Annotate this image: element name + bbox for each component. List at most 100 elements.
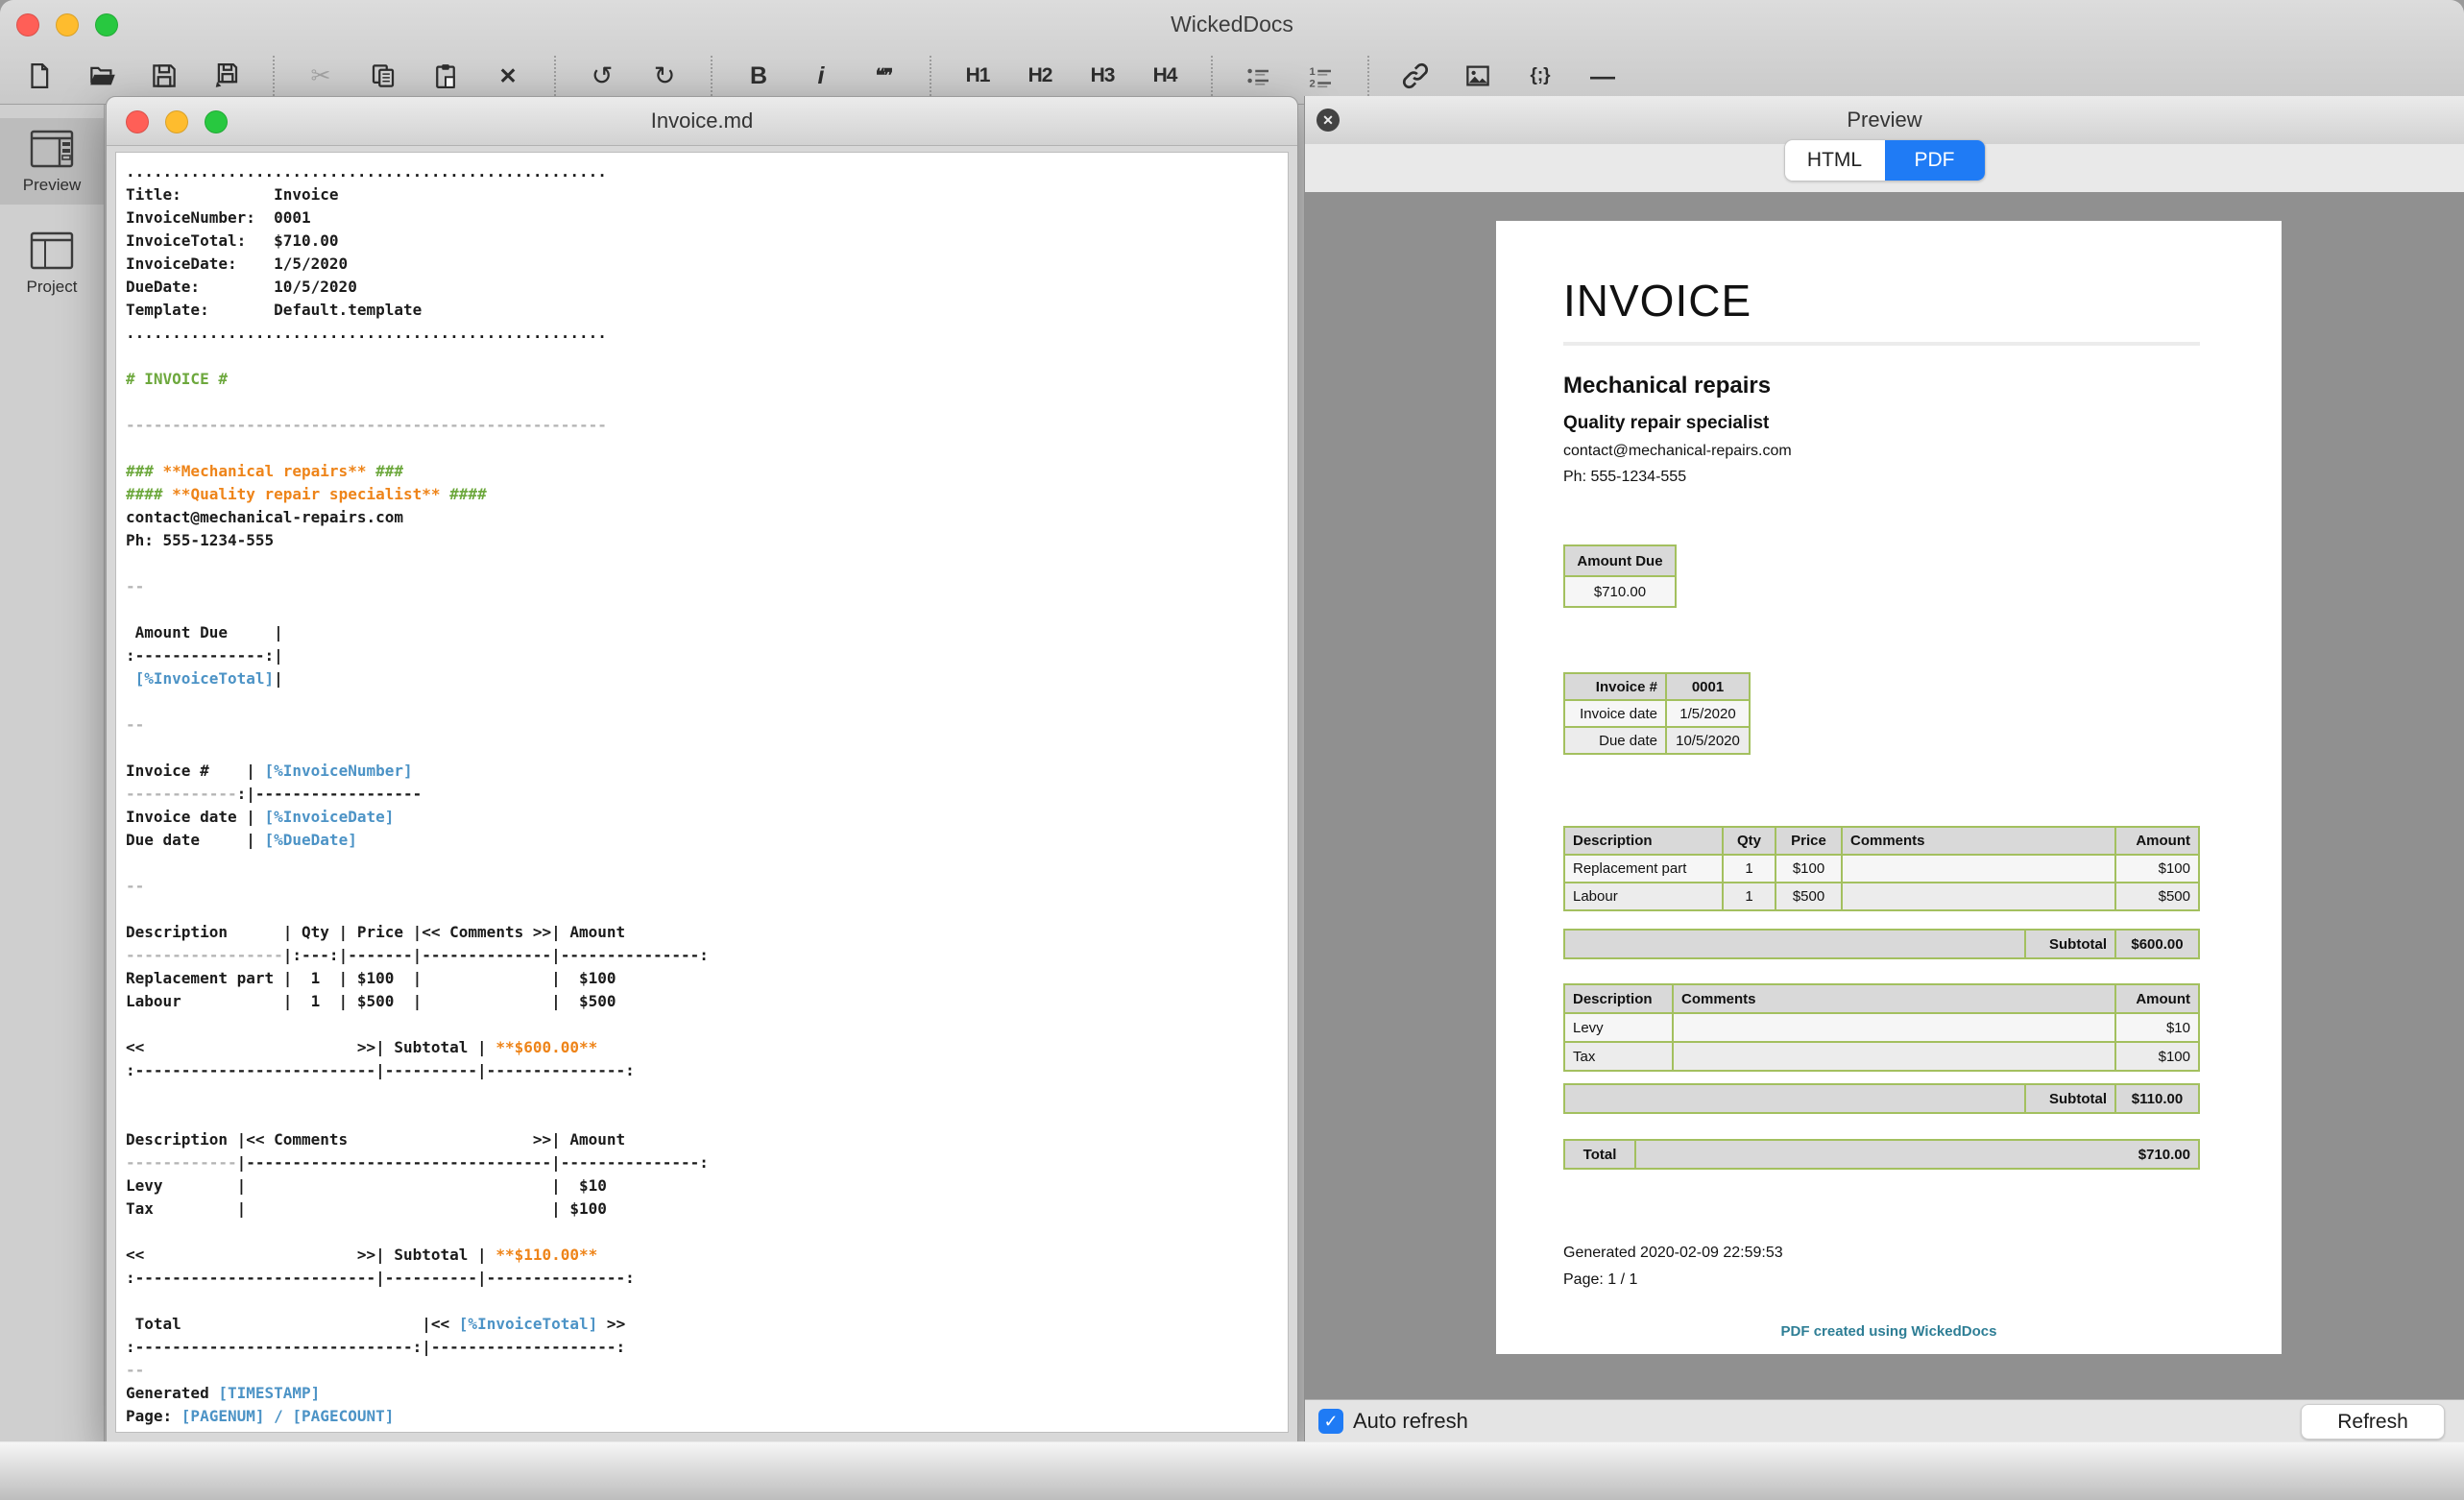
table-cell: Description xyxy=(1565,985,1672,1012)
save-icon xyxy=(150,61,179,90)
toolbar-button-numbered-list[interactable]: 12 xyxy=(1303,55,1340,97)
toolbar-button-save[interactable] xyxy=(146,55,182,97)
table-cell xyxy=(1674,1043,2114,1070)
close-editor-button[interactable] xyxy=(126,110,149,133)
image-icon xyxy=(1463,61,1492,90)
toolbar-button-redo[interactable]: ↻ xyxy=(646,55,683,97)
editor-line: # INVOICE # xyxy=(126,368,1288,391)
pdf-heading-rule xyxy=(1563,342,2200,346)
editor-line: Tax | | $100 xyxy=(126,1198,1288,1221)
paste-icon xyxy=(431,61,460,90)
invoice-details-table: Invoice #0001Invoice date1/5/2020Due dat… xyxy=(1563,672,1751,755)
editor-line: InvoiceNumber: 0001 xyxy=(126,206,1288,230)
table-cell: Amount xyxy=(2116,985,2198,1012)
window-controls xyxy=(16,13,118,36)
preview-tabstrip: HTMLPDF xyxy=(1305,144,2464,193)
preview-bottombar: ✓ Auto refresh Refresh xyxy=(1305,1399,2464,1442)
pdf-footer-credit: PDF created using WickedDocs xyxy=(1496,1323,2282,1340)
toolbar-button-save-as[interactable] xyxy=(208,55,245,97)
minimize-editor-button[interactable] xyxy=(165,110,188,133)
editor-line xyxy=(126,690,1288,714)
toolbar-button-delete[interactable]: ✕ xyxy=(490,55,526,97)
toolbar-button-heading-2[interactable]: H2 xyxy=(1022,55,1058,97)
italic-icon: i xyxy=(818,62,825,90)
close-preview-icon[interactable]: ✕ xyxy=(1317,109,1340,132)
sidebar-item-project[interactable]: Project xyxy=(0,220,104,306)
toolbar-button-open-folder[interactable] xyxy=(84,55,120,97)
toolbar-button-cut[interactable]: ✂ xyxy=(302,55,339,97)
editor-line: Template: Default.template xyxy=(126,299,1288,322)
editor-line: << >>| Subtotal | **$110.00** xyxy=(126,1244,1288,1267)
table-cell: Replacement part xyxy=(1565,856,1722,882)
pdf-company-tagline: Quality repair specialist xyxy=(1563,413,1769,434)
numbered-list-icon: 12 xyxy=(1306,61,1337,90)
markdown-editor[interactable]: ........................................… xyxy=(115,152,1289,1433)
minimize-window-button[interactable] xyxy=(56,13,79,36)
auto-refresh-checkbox[interactable]: ✓ xyxy=(1318,1409,1343,1434)
editor-line xyxy=(126,437,1288,460)
table-cell: 1 xyxy=(1724,883,1775,909)
pdf-page-info: Page: 1 / 1 xyxy=(1563,1271,1637,1289)
undo-icon: ↺ xyxy=(592,61,614,91)
svg-text:2: 2 xyxy=(1310,78,1316,89)
toolbar-button-copy[interactable] xyxy=(365,55,401,97)
toolbar-button-blockquote[interactable]: ❝❞ xyxy=(865,55,902,97)
toolbar-button-horizontal-rule[interactable]: — xyxy=(1584,55,1621,97)
preview-panel: ✕ Preview HTMLPDF INVOICE Mechanical rep… xyxy=(1304,96,2464,1442)
toolbar-button-heading-4[interactable]: H4 xyxy=(1147,55,1183,97)
editor-line: #### **Quality repair specialist** #### xyxy=(126,483,1288,506)
open-folder-icon xyxy=(86,61,117,90)
zoom-editor-button[interactable] xyxy=(205,110,228,133)
table-cell: Price xyxy=(1776,828,1841,854)
tab-pdf[interactable]: PDF xyxy=(1885,140,1985,181)
toolbar-button-image[interactable] xyxy=(1460,55,1496,97)
toolbar-button-undo[interactable]: ↺ xyxy=(584,55,620,97)
main-titlebar: WickedDocs ✂✕↺↻Bi❝❞H1H2H3H412{;}— xyxy=(0,0,2464,105)
table-cell xyxy=(1565,1085,2024,1112)
close-window-button[interactable] xyxy=(16,13,39,36)
tab-html[interactable]: HTML xyxy=(1785,140,1885,181)
table-cell: $710.00 xyxy=(1565,577,1675,606)
pdf-viewport[interactable]: INVOICE Mechanical repairs Quality repai… xyxy=(1305,192,2464,1400)
table-cell: Qty xyxy=(1724,828,1775,854)
editor-line: Page: [PAGENUM] / [PAGECOUNT] xyxy=(126,1405,1288,1428)
toolbar-separator xyxy=(273,56,275,96)
editor-line: Levy | | $10 xyxy=(126,1174,1288,1198)
toolbar-button-code-braces[interactable]: {;} xyxy=(1522,55,1558,97)
toolbar-separator xyxy=(711,56,713,96)
line-items-table: DescriptionQtyPriceCommentsAmountReplace… xyxy=(1563,826,2200,911)
editor-line: [%InvoiceTotal]| xyxy=(126,667,1288,690)
refresh-button[interactable]: Refresh xyxy=(2301,1404,2445,1440)
horizontal-rule-icon: — xyxy=(1590,61,1615,91)
link-icon xyxy=(1400,60,1431,91)
editor-titlebar: Invoice.md xyxy=(107,97,1297,146)
toolbar-button-heading-1[interactable]: H1 xyxy=(959,55,996,97)
editor-line: :--------------------------|----------|-… xyxy=(126,1267,1288,1290)
table-cell xyxy=(1843,883,2114,909)
editor-line xyxy=(126,1105,1288,1128)
toolbar-button-italic[interactable]: i xyxy=(803,55,839,97)
table-cell: Invoice date xyxy=(1565,701,1665,726)
editor-line xyxy=(126,345,1288,368)
zoom-window-button[interactable] xyxy=(95,13,118,36)
table-cell: $500 xyxy=(1776,883,1841,909)
editor-window: Invoice.md .............................… xyxy=(106,96,1298,1442)
table-cell: $10 xyxy=(2116,1014,2198,1041)
toolbar-button-bold[interactable]: B xyxy=(740,55,777,97)
editor-line: Labour | 1 | $500 | | $500 xyxy=(126,990,1288,1013)
editor-line: DueDate: 10/5/2020 xyxy=(126,276,1288,299)
sidebar-item-preview[interactable]: Preview xyxy=(0,118,104,205)
sidebar-item-label: Preview xyxy=(23,176,81,195)
editor-line: << >>| Subtotal | **$600.00** xyxy=(126,1036,1288,1059)
editor-line: ------------:|------------------ xyxy=(126,783,1288,806)
toolbar-separator xyxy=(930,56,931,96)
toolbar-button-new-document[interactable] xyxy=(21,55,58,97)
toolbar-button-bullet-list[interactable] xyxy=(1241,55,1277,97)
editor-line: ........................................… xyxy=(126,160,1288,183)
toolbar-button-heading-3[interactable]: H3 xyxy=(1084,55,1121,97)
table-cell: $110.00 xyxy=(2116,1085,2198,1112)
editor-line: ........................................… xyxy=(126,322,1288,345)
toolbar-button-link[interactable] xyxy=(1397,55,1434,97)
toolbar-button-paste[interactable] xyxy=(427,55,464,97)
toolbar-separator xyxy=(1367,56,1369,96)
